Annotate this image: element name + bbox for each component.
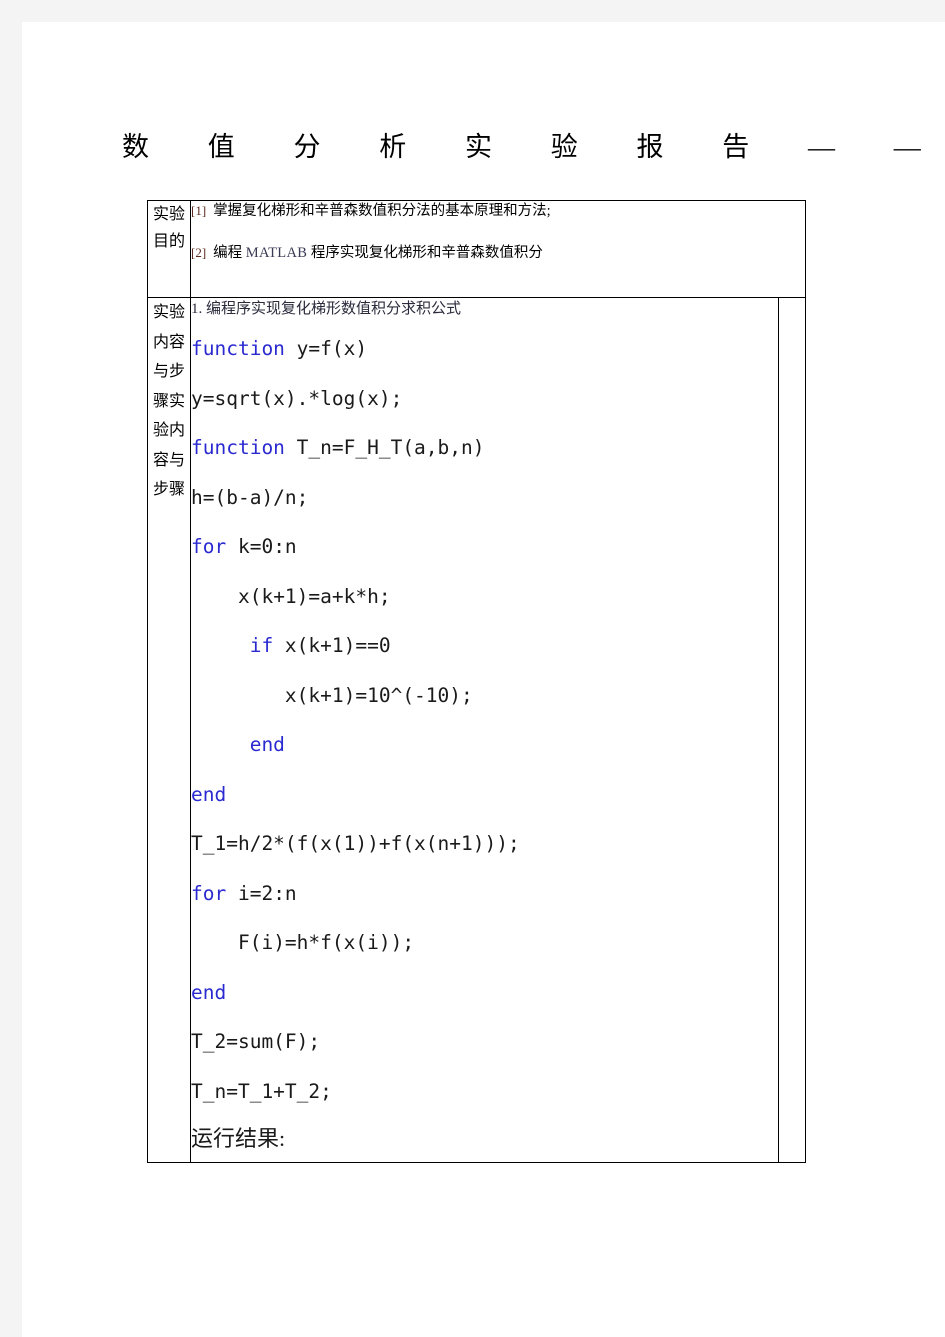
objective-marker: [2]	[191, 245, 207, 260]
code-line: if x(k+1)==0	[191, 621, 778, 671]
objective-marker: [1]	[191, 203, 207, 218]
matlab-code-block: function y=f(x) y=sqrt(x).*log(x); functio…	[191, 324, 778, 1116]
code-keyword: end	[191, 980, 227, 1004]
code-line: h=(b-a)/n;	[191, 473, 778, 523]
code-text: T_n=F_H_T(a,b,n)	[284, 436, 485, 459]
objective-text: 掌握复化梯形和辛普森数值积分法的基本原理和方法;	[213, 203, 551, 219]
code-keyword: end	[249, 733, 285, 756]
objectives-cell: [1] 掌握复化梯形和辛普森数值积分法的基本原理和方法; [2] 编程 MATLAB…	[189, 200, 807, 298]
document-page: 数 值 分 析 实 验 报 告 — — 实验目的 [1] 掌握复化梯形和辛普森数值…	[22, 22, 945, 1337]
matlab-keyword: MATLAB	[245, 245, 308, 261]
table-row-objectives: 实验目的 [1] 掌握复化梯形和辛普森数值积分法的基本原理和方法; [2] 编程 M…	[147, 200, 807, 298]
code-text: T_1=h/2*(f(x(1))+f(x(n+1)));	[191, 832, 520, 855]
code-line: T_2=sum(F);	[191, 1017, 778, 1067]
code-keyword: function	[191, 337, 285, 360]
table-row-content: 实验内容与步骤实验内容与步骤 1. 编程序实现复化梯形数值积分求积公式 func…	[147, 297, 807, 1163]
code-text: h=(b-a)/n;	[191, 485, 309, 509]
code-line: end	[191, 770, 778, 820]
content-side-cell	[777, 297, 807, 1163]
code-line: x(k+1)=a+k*h;	[191, 572, 778, 622]
code-text: k=0:n	[226, 535, 297, 558]
row-label-objectives: 实验目的	[147, 200, 191, 298]
objective-item: [2] 编程 MATLAB 程序实现复化梯形和辛普森数值积分	[191, 243, 805, 263]
code-line: x(k+1)=10^(-10);	[191, 671, 778, 721]
code-line: end	[191, 720, 778, 770]
code-text: T_n=T_1+T_2;	[191, 1079, 332, 1103]
code-text: y=f(x)	[284, 337, 368, 360]
report-table: 实验目的 [1] 掌握复化梯形和辛普森数值积分法的基本原理和方法; [2] 编程 M…	[147, 200, 807, 1163]
code-line: function T_n=F_H_T(a,b,n)	[191, 423, 778, 473]
code-text: x(k+1)=10^(-10);	[284, 683, 473, 707]
code-line: y=sqrt(x).*log(x);	[191, 374, 778, 424]
code-line: T_n=T_1+T_2;	[191, 1067, 778, 1117]
objective-item: [1] 掌握复化梯形和辛普森数值积分法的基本原理和方法;	[191, 201, 805, 221]
content-cell: 1. 编程序实现复化梯形数值积分求积公式 function y=f(x) y=sq…	[190, 297, 779, 1163]
code-keyword: end	[191, 782, 227, 806]
code-text: F(i)=h*f(x(i));	[237, 931, 415, 954]
code-line: for i=2:n	[191, 869, 778, 919]
code-line: function y=f(x)	[191, 324, 778, 374]
objective-text: 编程	[213, 245, 246, 261]
content-heading: 1. 编程序实现复化梯形数值积分求积公式	[191, 301, 462, 317]
code-keyword: function	[191, 436, 285, 459]
row-label-content: 实验内容与步骤实验内容与步骤	[147, 297, 191, 1163]
code-line: for k=0:n	[191, 522, 778, 572]
page-title: 数 值 分 析 实 验 报 告 — —	[122, 132, 945, 162]
code-text: x(k+1)==0	[273, 634, 391, 657]
objective-text: 程序实现复化梯形和辛普森数值积分	[307, 245, 543, 261]
code-line: F(i)=h*f(x(i));	[191, 918, 778, 968]
code-text: T_2=sum(F);	[191, 1030, 321, 1053]
code-line: end	[191, 968, 778, 1018]
code-keyword: for	[191, 881, 227, 905]
code-text: i=2:n	[226, 881, 297, 905]
code-keyword: if	[249, 634, 274, 657]
code-line: T_1=h/2*(f(x(1))+f(x(n+1)));	[191, 819, 778, 869]
code-text: x(k+1)=a+k*h;	[237, 584, 391, 608]
code-text: y=sqrt(x).*log(x);	[191, 386, 403, 410]
result-label: 运行结果:	[191, 1126, 286, 1151]
code-keyword: for	[191, 535, 227, 558]
